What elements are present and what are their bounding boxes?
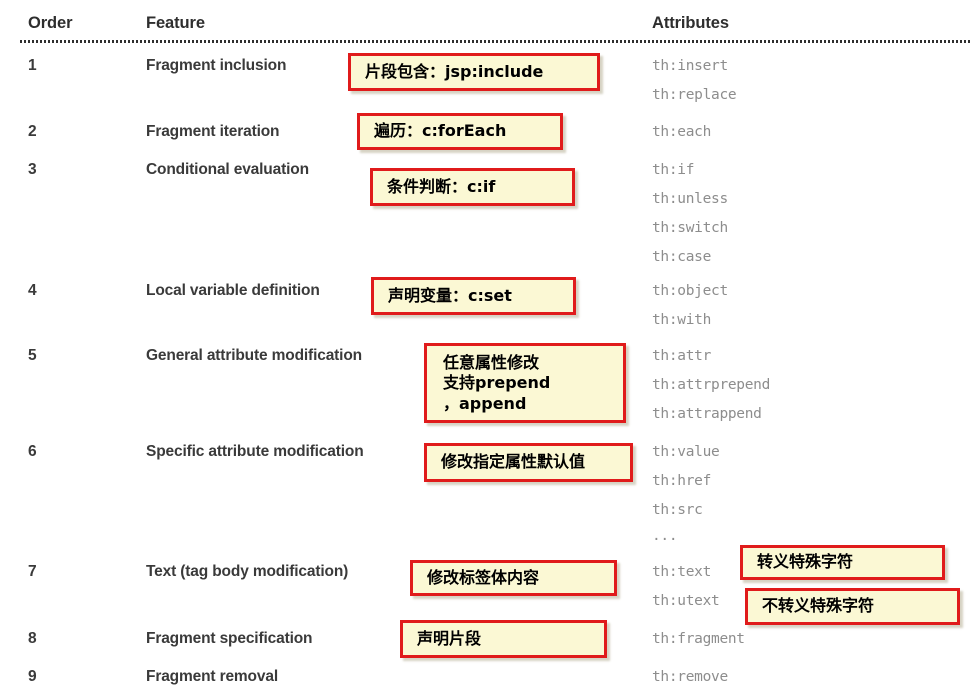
annotation-general-attribute: 任意属性修改 支持prepend ，append [424, 343, 626, 423]
annotation-general-attribute-line-2: 支持prepend [443, 373, 551, 393]
attribute-th-switch: th:switch [652, 220, 728, 236]
attribute-th-replace: th:replace [652, 87, 737, 103]
attribute-th-utext: th:utext [652, 593, 720, 609]
annotation-fragment-specification: 声明片段 [400, 620, 607, 658]
annotation-local-variable: 声明变量：c:set [371, 277, 576, 315]
column-header-order: Order [28, 14, 73, 32]
attribute-th-case: th:case [652, 249, 712, 265]
annotation-conditional-evaluation: 条件判断：c:if [370, 168, 575, 206]
row-order-1: 1 [28, 57, 37, 74]
row-feature-2: Fragment iteration [146, 123, 280, 140]
row-feature-3: Conditional evaluation [146, 161, 309, 178]
row-feature-5: General attribute modification [146, 347, 362, 364]
attribute-th-href: th:href [652, 473, 712, 489]
annotation-text-body: 修改标签体内容 [410, 560, 617, 596]
attribute-th-attr: th:attr [652, 348, 712, 364]
row-order-2: 2 [28, 123, 37, 140]
thymeleaf-attributes-table: Order Feature Attributes 1 Fragment incl… [0, 0, 972, 700]
attribute-th-text: th:text [652, 564, 712, 580]
attribute-th-if: th:if [652, 162, 695, 178]
row-feature-6: Specific attribute modification [146, 443, 364, 460]
column-header-attributes: Attributes [652, 14, 729, 32]
header-divider [20, 40, 972, 43]
attribute-th-value: th:value [652, 444, 720, 460]
column-header-feature: Feature [146, 14, 205, 32]
row-order-4: 4 [28, 282, 37, 299]
annotation-fragment-inclusion: 片段包含：jsp:include [348, 53, 600, 91]
row-feature-1: Fragment inclusion [146, 57, 287, 74]
attribute-th-fragment: th:fragment [652, 631, 745, 647]
attribute-th-insert: th:insert [652, 58, 728, 74]
attribute-ellipsis: ... [652, 528, 678, 544]
row-order-9: 9 [28, 668, 37, 685]
annotation-general-attribute-line-3: ，append [443, 393, 527, 413]
attribute-th-remove: th:remove [652, 669, 728, 685]
row-order-3: 3 [28, 161, 37, 178]
attribute-th-unless: th:unless [652, 191, 728, 207]
attribute-th-object: th:object [652, 283, 728, 299]
row-feature-8: Fragment specification [146, 630, 313, 647]
row-feature-9: Fragment removal [146, 668, 278, 685]
row-order-8: 8 [28, 630, 37, 647]
row-feature-7: Text (tag body modification) [146, 563, 349, 580]
annotation-escaped-characters: 转义特殊字符 [740, 545, 945, 580]
attribute-th-src: th:src [652, 502, 703, 518]
attribute-th-attrprepend: th:attrprepend [652, 377, 771, 393]
row-feature-4: Local variable definition [146, 282, 320, 299]
annotation-general-attribute-line-1: 任意属性修改 [443, 353, 540, 372]
attribute-th-with: th:with [652, 312, 712, 328]
row-order-6: 6 [28, 443, 37, 460]
annotation-specific-attribute: 修改指定属性默认值 [424, 443, 633, 482]
attribute-th-attrappend: th:attrappend [652, 406, 762, 422]
attribute-th-each: th:each [652, 124, 712, 140]
row-order-5: 5 [28, 347, 37, 364]
annotation-unescaped-characters: 不转义特殊字符 [745, 588, 960, 625]
annotation-fragment-iteration: 遍历：c:forEach [357, 113, 563, 150]
row-order-7: 7 [28, 563, 37, 580]
